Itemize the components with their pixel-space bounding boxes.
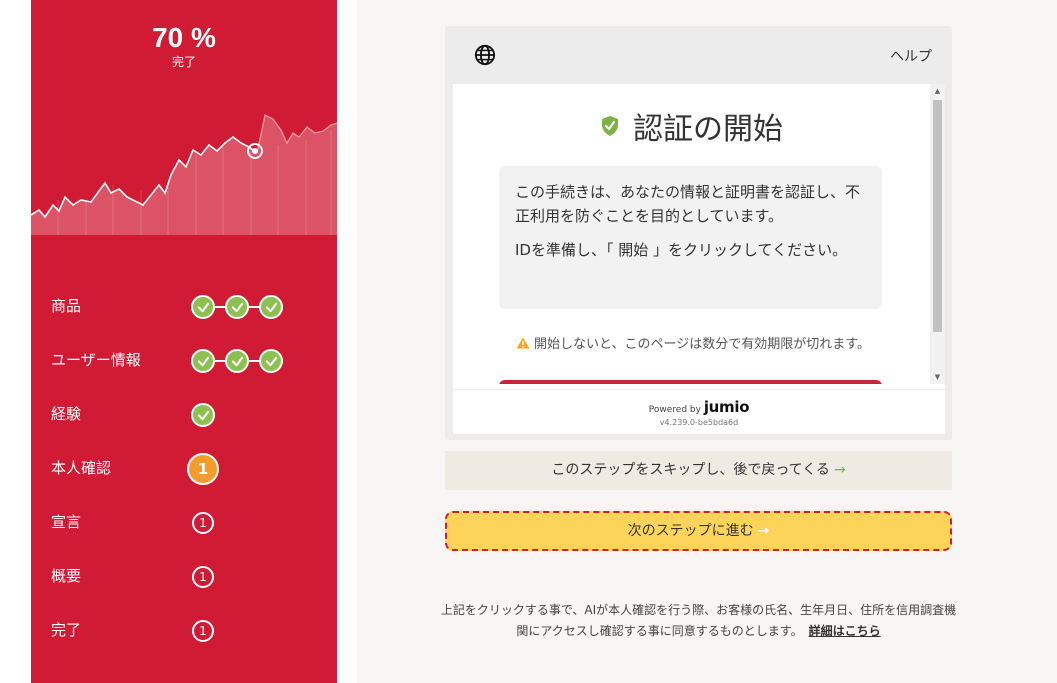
step-number-badge: 1 <box>192 620 214 642</box>
consent-notice: 上記をクリックする事で、AIが本人確認を行う際、お客様の氏名、生年月日、住所を信… <box>437 600 960 642</box>
step-status-pending: 1 <box>191 617 331 645</box>
next-step-button[interactable]: 次のステップに進む → <box>445 511 952 551</box>
info-paragraph: この手続きは、あなたの情報と証明書を認証し、不正利用を防ぐことを目的としています… <box>515 183 861 225</box>
step-item-experience: 経験 <box>31 388 337 442</box>
check-icon <box>191 403 215 427</box>
progress-header: 70 % 完了 <box>31 22 337 69</box>
scroll-down-icon[interactable]: ▼ <box>930 370 945 384</box>
shield-check-icon <box>601 116 618 136</box>
step-item-identity: 本人確認 1 <box>31 442 337 496</box>
next-step-label: 次のステップに進む <box>627 523 754 539</box>
powered-by-line: Powered by jumio <box>453 398 945 416</box>
step-status-done <box>191 293 331 321</box>
verification-frame: 認証の開始 この手続きは、あなたの情報と証明書を認証し、不正利用を防ぐことを目的… <box>453 84 945 434</box>
step-label: 宣言 <box>51 513 82 531</box>
step-status-active: 1 <box>187 453 331 485</box>
scrollbar-thumb[interactable] <box>933 100 942 332</box>
title-text: 認証の開始 <box>633 112 784 147</box>
step-number-badge: 1 <box>192 512 214 534</box>
warning-icon <box>516 337 530 349</box>
warning-text: 開始しないと、このページは数分で有効期限が切れます。 <box>534 337 870 352</box>
details-link[interactable]: 詳細はこちら <box>809 624 881 638</box>
progress-sidebar: 70 % 完了 商品 ユーザー情報 経験 本人確認 1 宣言 1 概要 1 完了… <box>31 0 337 683</box>
step-label: 本人確認 <box>51 459 112 477</box>
arrow-right-icon: → <box>757 523 770 539</box>
arrow-right-icon: → <box>833 462 846 478</box>
progress-percent: 70 % <box>152 22 216 53</box>
powered-by-label: Powered by <box>648 405 701 415</box>
step-item-user-info: ユーザー情報 <box>31 334 337 388</box>
step-item-products: 商品 <box>31 280 337 334</box>
step-status-pending: 1 <box>191 563 331 591</box>
verification-scroll-area: 認証の開始 この手続きは、あなたの情報と証明書を認証し、不正利用を防ぐことを目的… <box>453 84 930 384</box>
step-label: 商品 <box>51 297 82 315</box>
step-label: 概要 <box>51 567 82 585</box>
start-button-partial[interactable] <box>499 380 882 384</box>
globe-icon[interactable] <box>474 44 496 66</box>
progress-chart-decoration <box>31 113 337 235</box>
check-icon <box>259 349 283 373</box>
widget-header: ヘルプ <box>445 26 952 84</box>
info-box: この手続きは、あなたの情報と証明書を認証し、不正利用を防ぐことを目的としています… <box>499 166 882 309</box>
skip-step-label: このステップをスキップし、後で戻ってくる <box>551 462 830 478</box>
step-item-summary: 概要 1 <box>31 550 337 604</box>
step-status-done <box>191 401 331 429</box>
step-number-badge: 1 <box>192 566 214 588</box>
page-title: 認証の開始 <box>453 104 930 148</box>
scroll-up-icon[interactable]: ▲ <box>930 84 945 98</box>
step-label: 経験 <box>51 405 82 423</box>
info-paragraph: IDを準備し、「 開始 」をクリックしてください。 <box>515 241 848 259</box>
step-item-declaration: 宣言 1 <box>31 496 337 550</box>
help-link[interactable]: ヘルプ <box>890 46 932 66</box>
step-status-done <box>191 347 331 375</box>
step-label: 完了 <box>51 621 82 639</box>
check-icon <box>259 295 283 319</box>
check-icon <box>225 349 249 373</box>
check-icon <box>191 295 215 319</box>
check-icon <box>191 349 215 373</box>
skip-step-button[interactable]: このステップをスキップし、後で戻ってくる → <box>445 451 952 490</box>
step-number-badge: 1 <box>187 453 219 485</box>
jumio-logo: jumio <box>703 398 750 416</box>
main-content: ヘルプ 認証の開始 この手続きは、あなたの情報と証明書を認証し、不正利用を防ぐこ… <box>357 0 1057 683</box>
step-item-complete: 完了 1 <box>31 604 337 658</box>
step-label: ユーザー情報 <box>51 351 141 369</box>
check-icon <box>225 295 249 319</box>
step-status-pending: 1 <box>191 509 331 537</box>
powered-by-footer: Powered by jumio v4.239.0-be5bda6d <box>453 389 945 434</box>
scrollbar[interactable]: ▲ ▼ <box>930 84 945 384</box>
expiry-warning: 開始しないと、このページは数分で有効期限が切れます。 <box>503 334 883 355</box>
version-text: v4.239.0-be5bda6d <box>659 418 739 427</box>
verification-widget: ヘルプ 認証の開始 この手続きは、あなたの情報と証明書を認証し、不正利用を防ぐこ… <box>445 26 952 440</box>
progress-label: 完了 <box>171 55 196 69</box>
